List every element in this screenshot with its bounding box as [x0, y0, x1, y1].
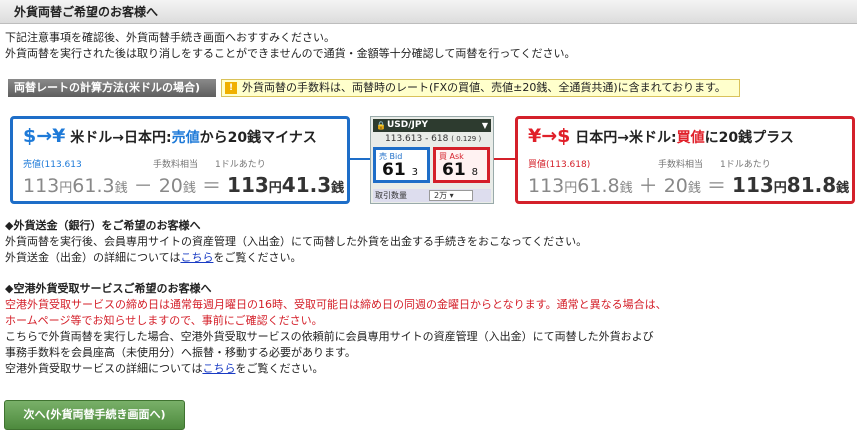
- jpy-to-usd-box: ¥→$ 日本円→米ドル:買値に20銭プラス 買値(113.618) 手数料相当 …: [515, 116, 855, 204]
- usd-to-jpy-fee-label: 手数料相当: [153, 160, 199, 170]
- jpy-to-usd-eq: ＝: [706, 175, 726, 197]
- jpy-to-usd-key: 買値: [676, 130, 705, 146]
- jpy-to-usd-v1: 113: [528, 175, 565, 197]
- intro-line-2: 外貨両替を実行された後は取り消しをすることができませんので通貨・金額等十分確認し…: [5, 47, 576, 60]
- jpy-to-usd-result: 113円81.8銭: [732, 173, 849, 197]
- usd-to-jpy-eq: ＝: [201, 175, 221, 197]
- airport-line-5-pre: 空港外貨受取サービスの詳細については: [5, 362, 203, 375]
- page-header: 外貨両替ご希望のお客様へ: [0, 0, 857, 24]
- quantity-row: 取引数量 2万 ▾: [373, 189, 491, 202]
- bid-small: 3: [411, 167, 418, 178]
- airport-line-3: こちらで外貨両替を実行した場合、空港外貨受取サービスの依頼前に会員専用サイトの資…: [5, 330, 654, 343]
- airport-line-4: 事務手数料を会員座高（未使用分）へ振替・移動する必要があります。: [5, 346, 356, 359]
- quantity-select[interactable]: 2万 ▾: [429, 190, 473, 201]
- usd-to-jpy-formula: 113円61.3銭 － 20銭 ＝ 113円41.3銭: [23, 171, 344, 198]
- usd-to-jpy-r1: 113: [227, 173, 269, 197]
- usd-to-jpy-result: 113円41.3銭: [227, 173, 344, 197]
- jpy-to-usd-v3: 20: [663, 175, 688, 197]
- rate-method-title: 両替レートの計算方法(米ドルの場合): [8, 79, 216, 97]
- airport-details-link[interactable]: こちら: [202, 362, 235, 375]
- jpy-to-usd-heading: ¥→$ 日本円→米ドル:買値に20銭プラス: [528, 125, 794, 147]
- usd-to-jpy-direction: 米ドル→日本円:: [70, 130, 172, 146]
- airport-section: ◆空港外貨受取サービスご希望のお客様へ 空港外貨受取サービスの締め日は通常毎週月…: [5, 281, 667, 377]
- jpy-to-usd-v2: 61.8: [577, 175, 620, 197]
- chevron-down-icon: ▼: [481, 121, 488, 130]
- quantity-value: 2万: [434, 191, 448, 200]
- jpy-to-usd-u2: 銭: [619, 181, 633, 196]
- intro-text: 下記注意事項を確認後、外貨両替手続き画面へおすすみください。 外貨両替を実行され…: [5, 30, 575, 62]
- usd-to-jpy-key: 売値: [171, 130, 200, 146]
- airport-line-5: 空港外貨受取サービスの詳細についてはこちらをご覧ください。: [5, 361, 667, 377]
- warning-icon: !: [225, 82, 237, 94]
- remittance-line-2: 外貨送金（出金）の詳細についてはこちらをご覧ください。: [5, 250, 587, 266]
- usd-to-jpy-rest: から20銭マイナス: [199, 130, 317, 146]
- usd-to-jpy-per-label: 1ドルあたり: [215, 160, 266, 170]
- ask-connector: [493, 158, 515, 160]
- remittance-line-1: 外貨両替を実行後、会員専用サイトの資産管理（入出金）にて両替した外貨を出金する手…: [5, 235, 588, 248]
- usd-to-jpy-r2: 41.3: [281, 173, 332, 197]
- jpy-to-usd-r2: 81.8: [786, 173, 837, 197]
- airport-warning-2: ホームページ等でお知らせしますので、事前にご確認ください。: [5, 314, 323, 327]
- rate-widget: 🔒 USD/JPY ▼ 113.613 - 618 ( 0.129 ) 売 Bi…: [370, 116, 494, 204]
- usd-to-jpy-box: $→¥ 米ドル→日本円:売値から20銭マイナス 売値(113.613 手数料相当…: [10, 116, 350, 204]
- airport-warning-1: 空港外貨受取サービスの締め日は通常毎週月曜日の16時、受取可能日は締め日の同週の…: [5, 298, 667, 311]
- bid-connector: [350, 158, 372, 160]
- jpy-to-usd-symbols: ¥→$: [528, 125, 571, 147]
- usd-to-jpy-ru2: 銭: [331, 181, 345, 196]
- jpy-to-usd-fee-label: 手数料相当: [658, 160, 704, 170]
- bid-box[interactable]: 売 Bid 61 3: [373, 147, 430, 183]
- pair-label: USD/JPY: [387, 120, 429, 130]
- ask-big: 61: [442, 160, 466, 180]
- spread-value: ( 0.129 ): [451, 135, 482, 143]
- airport-line-5-post: をご覧ください。: [235, 362, 324, 375]
- usd-to-jpy-symbols: $→¥: [23, 125, 66, 147]
- jpy-to-usd-ru1: 円: [773, 181, 787, 196]
- usd-to-jpy-heading: $→¥ 米ドル→日本円:売値から20銭マイナス: [23, 125, 317, 147]
- remittance-details-link[interactable]: こちら: [180, 251, 213, 264]
- remittance-line-2-pre: 外貨送金（出金）の詳細については: [5, 251, 181, 264]
- ask-small: 8: [471, 167, 478, 178]
- usd-to-jpy-rate-label: 売値(113.613: [23, 160, 82, 170]
- jpy-to-usd-formula: 113円61.8銭 ＋ 20銭 ＝ 113円81.8銭: [528, 171, 849, 198]
- jpy-to-usd-rest: に20銭プラス: [704, 130, 794, 146]
- remittance-section: ◆外貨送金（銀行）をご希望のお客様へ 外貨両替を実行後、会員専用サイトの資産管理…: [5, 218, 587, 266]
- pair-selector[interactable]: 🔒 USD/JPY ▼: [373, 119, 491, 132]
- fee-notice-text: 外貨両替の手数料は、両替時のレート(FXの買値、売値±20銭、全通貨共通)に含ま…: [242, 81, 726, 94]
- jpy-to-usd-per-label: 1ドルあたり: [720, 160, 771, 170]
- usd-to-jpy-op: －: [133, 175, 153, 197]
- usd-to-jpy-v2: 61.3: [72, 175, 115, 197]
- jpy-to-usd-op: ＋: [638, 175, 658, 197]
- usd-to-jpy-u1: 円: [59, 181, 73, 196]
- airport-title: ◆空港外貨受取サービスご希望のお客様へ: [5, 282, 212, 295]
- usd-to-jpy-v3: 20: [158, 175, 183, 197]
- jpy-to-usd-u3: 銭: [687, 181, 701, 196]
- jpy-to-usd-ru2: 銭: [836, 181, 850, 196]
- usd-to-jpy-u2: 銭: [114, 181, 128, 196]
- ask-price: 61 8: [442, 160, 478, 180]
- remittance-line-2-post: をご覧ください。: [213, 251, 302, 264]
- usd-to-jpy-v1: 113: [23, 175, 60, 197]
- jpy-to-usd-rate-label: 買値(113.618): [528, 160, 591, 170]
- intro-line-1: 下記注意事項を確認後、外貨両替手続き画面へおすすみください。: [5, 31, 335, 44]
- fee-notice: ! 外貨両替の手数料は、両替時のレート(FXの買値、売値±20銭、全通貨共通)に…: [221, 79, 740, 97]
- usd-to-jpy-u3: 銭: [182, 181, 196, 196]
- usd-to-jpy-ru1: 円: [268, 181, 282, 196]
- lock-icon: 🔒: [376, 121, 386, 130]
- jpy-to-usd-u1: 円: [564, 181, 578, 196]
- jpy-to-usd-r1: 113: [732, 173, 774, 197]
- quote-line: 113.613 - 618 ( 0.129 ): [373, 134, 491, 144]
- jpy-to-usd-direction: 日本円→米ドル:: [575, 130, 677, 146]
- next-button[interactable]: 次へ(外貨両替手続き画面へ): [4, 400, 185, 430]
- ask-box[interactable]: 買 Ask 61 8: [433, 147, 490, 183]
- bid-big: 61: [382, 160, 406, 180]
- quote-value: 113.613 - 618: [385, 134, 449, 144]
- bid-price: 61 3: [382, 160, 418, 180]
- quantity-label: 取引数量: [375, 191, 407, 200]
- remittance-title: ◆外貨送金（銀行）をご希望のお客様へ: [5, 219, 201, 232]
